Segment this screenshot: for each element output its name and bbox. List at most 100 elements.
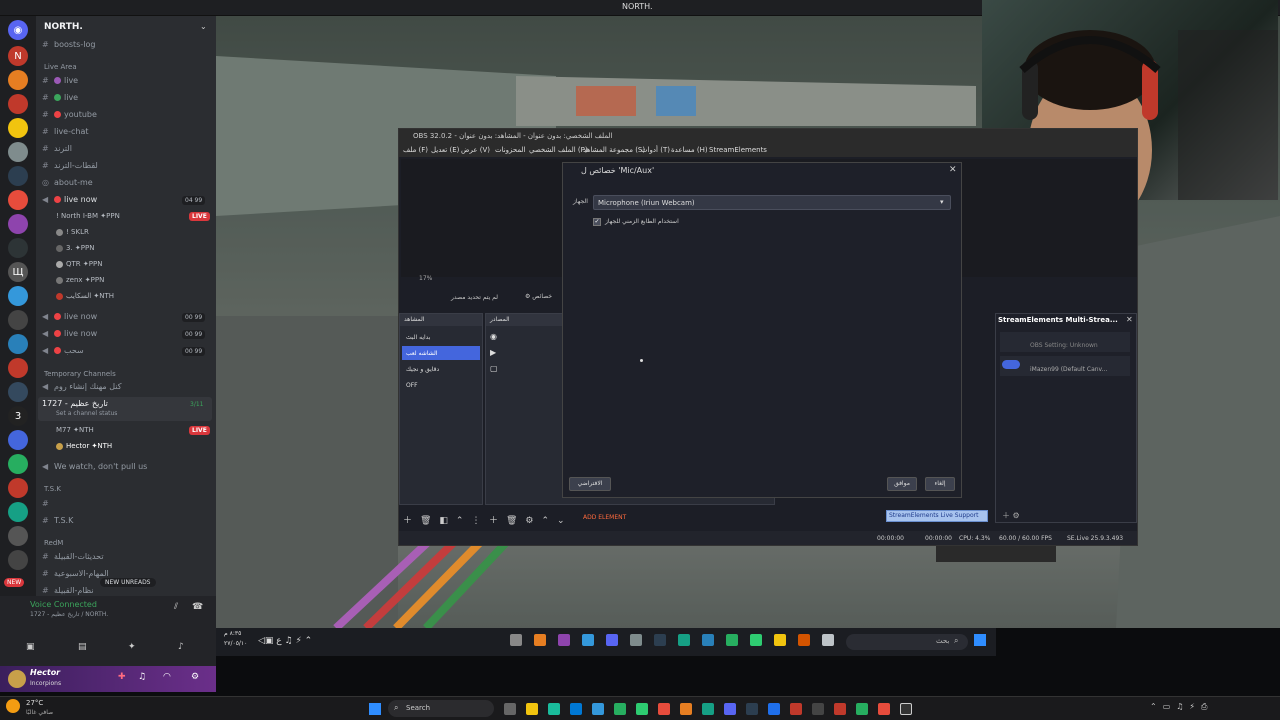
- display-icon[interactable]: ▢: [490, 364, 498, 373]
- server-icon[interactable]: [8, 334, 28, 354]
- scene-item[interactable]: OFF: [402, 378, 480, 392]
- app-icon[interactable]: [654, 634, 666, 646]
- activities-icon[interactable]: ✦: [128, 642, 136, 652]
- play-icon[interactable]: ▶: [490, 348, 496, 357]
- voice-channel[interactable]: ◀ We watch, don't pull us: [42, 460, 147, 473]
- properties-button[interactable]: ⚙ خصائص: [525, 291, 561, 303]
- noise-suppression-icon[interactable]: ⫽: [174, 602, 178, 612]
- server-icon[interactable]: [8, 526, 28, 546]
- app-icon[interactable]: [606, 634, 618, 646]
- app-icon[interactable]: [774, 634, 786, 646]
- se-output-item[interactable]: iMazen99 (Default Canv...: [1000, 356, 1130, 376]
- menu-item[interactable]: الملف الشخصي (P): [529, 146, 588, 154]
- timestamp-checkbox[interactable]: ✓: [593, 218, 601, 226]
- voice-user[interactable]: Hector ✦NTH: [56, 442, 112, 450]
- server-icon[interactable]: [8, 238, 28, 258]
- voice-user[interactable]: 3. ✦PPN: [56, 244, 94, 252]
- zoom-level[interactable]: 17%: [419, 275, 432, 282]
- scene-toolbar[interactable]: ＋🗑◧⌃⋮: [403, 513, 488, 526]
- category-tsk[interactable]: T.S.K: [44, 485, 61, 493]
- taskview-icon[interactable]: [504, 703, 516, 715]
- app-icon[interactable]: [798, 634, 810, 646]
- app-icon[interactable]: [582, 634, 594, 646]
- steam-icon[interactable]: [746, 703, 758, 715]
- voice-channel[interactable]: ◀ كنل مهنك إنشاء روم: [42, 380, 122, 393]
- channel-item[interactable]: #: [42, 497, 54, 510]
- mic-icon[interactable]: ♫: [138, 672, 146, 682]
- app-icon[interactable]: [790, 703, 802, 715]
- server-icon[interactable]: [8, 166, 28, 186]
- toggle-switch[interactable]: [1002, 360, 1020, 369]
- voice-channel-active[interactable]: 1727 - تاريخ عظيم Set a channel status 3…: [38, 397, 212, 421]
- soundboard-icon[interactable]: ♪: [178, 642, 184, 652]
- discord-icon[interactable]: [724, 703, 736, 715]
- server-name[interactable]: NORTH.: [44, 22, 83, 32]
- server-icon[interactable]: [8, 382, 28, 402]
- device-select[interactable]: Microphone (Iriun Webcam) ▾: [593, 195, 951, 210]
- chevron-down-icon[interactable]: ⌄: [200, 22, 207, 31]
- server-icon[interactable]: [8, 190, 28, 210]
- server-icon[interactable]: [8, 478, 28, 498]
- server-icon[interactable]: [8, 430, 28, 450]
- scene-item-selected[interactable]: الشاشه لعب: [402, 346, 480, 360]
- weather-icon[interactable]: [6, 699, 20, 713]
- app-icon[interactable]: [510, 634, 522, 646]
- settings-gear-icon[interactable]: ⚙: [191, 672, 199, 682]
- game-icon[interactable]: ✚: [118, 672, 126, 682]
- channel-item[interactable]: ◎ about-me: [42, 176, 93, 189]
- channel-item[interactable]: # المهام-الاسبوعية: [42, 567, 109, 580]
- disconnect-icon[interactable]: ☎: [192, 602, 203, 612]
- voice-channel[interactable]: ◀ live now: [42, 310, 97, 323]
- channel-item[interactable]: # live-chat: [42, 125, 89, 138]
- app-icon[interactable]: [678, 634, 690, 646]
- scene-item[interactable]: دقايق و نجيك: [402, 362, 480, 376]
- tray-icons[interactable]: ◁▣ ع ♫ ⚡ ⌃: [258, 636, 312, 646]
- channel-item[interactable]: # T.S.K: [42, 514, 73, 527]
- server-icon[interactable]: [8, 502, 28, 522]
- voice-user[interactable]: M77 ✦NTH: [56, 426, 94, 434]
- ok-button[interactable]: موافق: [887, 477, 917, 491]
- category-live-area[interactable]: Live Area: [44, 63, 77, 71]
- app-icon[interactable]: [834, 703, 846, 715]
- channel-item[interactable]: # لقطات-الترند: [42, 159, 98, 172]
- app-icon[interactable]: [636, 703, 648, 715]
- windows-start-icon[interactable]: [369, 703, 381, 715]
- server-icon[interactable]: [8, 118, 28, 138]
- menu-item[interactable]: تعديل (E): [431, 146, 459, 154]
- app-icon[interactable]: [534, 634, 546, 646]
- screen-share-icon[interactable]: ▤: [78, 642, 87, 652]
- camera-icon[interactable]: ▣: [26, 642, 35, 652]
- server-icon[interactable]: [8, 550, 28, 570]
- cancel-button[interactable]: إلغاء: [925, 477, 955, 491]
- app-icon[interactable]: [702, 703, 714, 715]
- edge-icon[interactable]: [548, 703, 560, 715]
- menu-item[interactable]: ملف (F): [403, 146, 428, 154]
- server-icon[interactable]: [8, 70, 28, 90]
- app-icon[interactable]: [750, 634, 762, 646]
- channel-item[interactable]: # تحديثات-القبيلة: [42, 550, 104, 563]
- voice-user[interactable]: QTR ✦PPN: [56, 260, 102, 268]
- voice-user[interactable]: zenx ✦PPN: [56, 276, 104, 284]
- app-icon[interactable]: [726, 634, 738, 646]
- menu-item[interactable]: StreamElements: [709, 146, 767, 154]
- server-icon[interactable]: [8, 286, 28, 306]
- avatar[interactable]: [8, 670, 26, 688]
- app-icon[interactable]: [822, 634, 834, 646]
- voice-channel[interactable]: ◀ live now: [42, 193, 97, 206]
- channel-item[interactable]: # youtube: [42, 108, 97, 121]
- explorer-icon[interactable]: [526, 703, 538, 715]
- app-icon[interactable]: [558, 634, 570, 646]
- server-icon[interactable]: [8, 454, 28, 474]
- server-icon[interactable]: [8, 358, 28, 378]
- menu-item[interactable]: مجموعة المشاهد (S): [583, 146, 645, 154]
- app-icon[interactable]: [630, 634, 642, 646]
- taskbar-search[interactable]: ⌕ Search: [388, 700, 494, 717]
- voice-user[interactable]: السكايب ✦NTH: [56, 292, 114, 300]
- search-input[interactable]: بحث ⌕: [846, 634, 968, 650]
- se-output-item[interactable]: OBS Setting: Unknown: [1000, 332, 1130, 352]
- system-tray[interactable]: ⌃▭♫⚡⎙: [1150, 702, 1213, 712]
- server-icon[interactable]: [8, 214, 28, 234]
- discord-home-icon[interactable]: ◉: [8, 20, 28, 40]
- brave-icon[interactable]: [658, 703, 670, 715]
- add-output-icon[interactable]: ＋ ⚙: [1002, 510, 1020, 521]
